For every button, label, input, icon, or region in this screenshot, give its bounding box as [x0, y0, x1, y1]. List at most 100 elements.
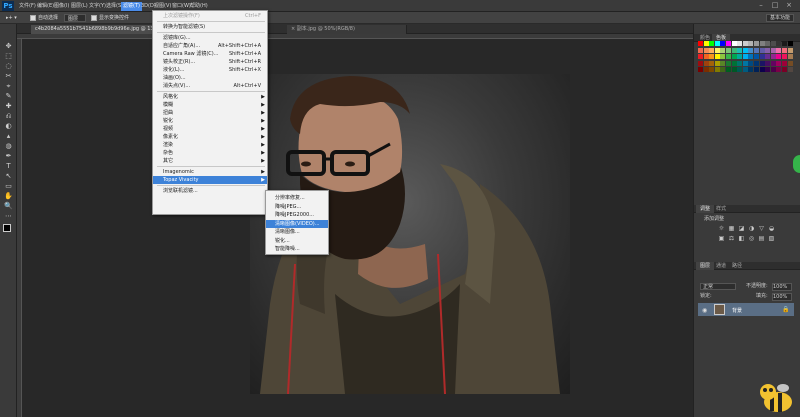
- color-swatch[interactable]: [748, 47, 754, 53]
- topaz-submenu-item[interactable]: 降噪JPEG...: [266, 203, 328, 211]
- adjustment-icon[interactable]: ▤: [758, 236, 765, 242]
- gradient-tool-icon[interactable]: ◐: [3, 122, 14, 131]
- color-swatch[interactable]: [770, 47, 776, 53]
- filter-menu-item[interactable]: Imagenomic ▶: [153, 168, 267, 176]
- floating-green-button[interactable]: [793, 155, 800, 173]
- filter-menu-item[interactable]: 渲染 ▶: [153, 141, 267, 149]
- color-swatch[interactable]: [709, 67, 715, 72]
- color-swatch[interactable]: [748, 60, 754, 66]
- more-tool-icon[interactable]: ⋯: [3, 212, 14, 221]
- filter-menu-item[interactable]: 像素化 ▶: [153, 133, 267, 141]
- color-swatch[interactable]: [737, 67, 743, 72]
- color-swatch[interactable]: [776, 67, 782, 72]
- color-swatch[interactable]: [726, 54, 731, 59]
- color-swatch[interactable]: [731, 60, 737, 66]
- pen-tool-icon[interactable]: ✒: [3, 152, 14, 161]
- color-swatch[interactable]: [726, 41, 731, 46]
- color-swatch[interactable]: [776, 60, 782, 66]
- adjustment-icon[interactable]: ◧: [738, 236, 745, 242]
- topaz-submenu-item[interactable]: 分辨率修复...: [266, 194, 328, 202]
- color-swatch[interactable]: [731, 47, 737, 53]
- color-swatch[interactable]: [754, 67, 759, 72]
- color-swatch[interactable]: [787, 41, 793, 46]
- color-swatch[interactable]: [759, 60, 765, 66]
- color-swatch[interactable]: [714, 60, 720, 66]
- topaz-submenu-item[interactable]: 清晰图像...: [266, 228, 328, 236]
- color-swatch[interactable]: [703, 41, 709, 46]
- lasso-tool-icon[interactable]: ◌: [3, 62, 14, 71]
- color-swatch[interactable]: [742, 60, 748, 66]
- color-swatch[interactable]: [709, 47, 715, 53]
- color-swatch[interactable]: [698, 67, 703, 72]
- filter-menu-item[interactable]: 扭曲 ▶: [153, 109, 267, 117]
- color-swatch[interactable]: [754, 60, 759, 66]
- blur-tool-icon[interactable]: ◍: [3, 142, 14, 151]
- color-swatch[interactable]: [748, 54, 754, 59]
- move-tool-icon[interactable]: ✥: [3, 42, 14, 51]
- color-swatch[interactable]: [754, 47, 759, 53]
- color-swatch[interactable]: [782, 67, 787, 72]
- color-swatch[interactable]: [731, 54, 737, 59]
- adjustment-icon[interactable]: ⚖: [728, 236, 735, 242]
- color-swatch[interactable]: [703, 60, 709, 66]
- fill-input[interactable]: 100%: [772, 293, 792, 301]
- adjustment-icon[interactable]: ◎: [748, 236, 755, 242]
- document-tab[interactable]: × 副本.jpg @ 50%(RGB/8): [287, 25, 407, 34]
- path-select-tool-icon[interactable]: ↖: [3, 172, 14, 181]
- color-swatch[interactable]: [787, 60, 793, 66]
- topaz-submenu-item[interactable]: 智能降噪...: [266, 245, 328, 253]
- filter-menu-item[interactable]: 自适应广角(A)... Alt+Shift+Ctrl+A: [153, 42, 267, 50]
- zoom-tool-icon[interactable]: 🔍: [3, 202, 14, 211]
- filter-menu-item[interactable]: 杂色 ▶: [153, 149, 267, 157]
- color-swatch[interactable]: [714, 47, 720, 53]
- filter-menu-item[interactable]: 油画(O)...: [153, 74, 267, 82]
- color-swatch[interactable]: [770, 41, 776, 46]
- color-swatch[interactable]: [754, 54, 759, 59]
- adjustment-icon[interactable]: ◪: [738, 226, 745, 232]
- color-swatch[interactable]: [742, 41, 748, 46]
- filter-menu-item[interactable]: 镜头校正(R)... Shift+Ctrl+R: [153, 58, 267, 66]
- color-swatch[interactable]: [703, 67, 709, 72]
- color-swatch[interactable]: [782, 60, 787, 66]
- color-swatch[interactable]: [770, 67, 776, 72]
- color-swatch[interactable]: [754, 41, 759, 46]
- move-tool-icon[interactable]: ▸+ ▾: [6, 14, 17, 22]
- color-swatch[interactable]: [737, 60, 743, 66]
- filter-menu-item[interactable]: Camera Raw 滤镜(C)... Shift+Ctrl+A: [153, 50, 267, 58]
- foreground-color-swatch[interactable]: [3, 224, 11, 232]
- color-swatch[interactable]: [709, 54, 715, 59]
- color-swatch[interactable]: [759, 67, 765, 72]
- color-swatch[interactable]: [714, 54, 720, 59]
- color-swatch[interactable]: [720, 54, 726, 59]
- type-tool-icon[interactable]: T: [3, 162, 14, 171]
- workspace-select[interactable]: 基本功能: [765, 14, 794, 22]
- color-swatch[interactable]: [726, 67, 731, 72]
- topaz-submenu-item[interactable]: 降噪JPEG2000...: [266, 211, 328, 219]
- filter-menu-item[interactable]: 消失点(V)... Alt+Ctrl+V: [153, 82, 267, 90]
- auto-select-checkbox[interactable]: [30, 15, 36, 21]
- color-swatch[interactable]: [709, 60, 715, 66]
- filter-menu-item[interactable]: 滤镜库(G)...: [153, 34, 267, 42]
- color-swatch[interactable]: [720, 60, 726, 66]
- history-tool-icon[interactable]: ⎌: [3, 112, 14, 121]
- color-swatch[interactable]: [726, 47, 731, 53]
- maximize-icon[interactable]: □: [768, 1, 782, 9]
- filter-menu-item[interactable]: Topaz Vivacity ▶: [153, 176, 267, 184]
- adjustment-icon[interactable]: ◑: [748, 226, 755, 232]
- color-swatch[interactable]: [737, 47, 743, 53]
- tab-paths[interactable]: 路径: [728, 262, 746, 270]
- filter-menu-item[interactable]: 模糊 ▶: [153, 101, 267, 109]
- color-swatch[interactable]: [742, 67, 748, 72]
- color-swatch[interactable]: [782, 47, 787, 53]
- color-swatch[interactable]: [765, 41, 771, 46]
- visibility-eye-icon[interactable]: ◉: [702, 307, 707, 314]
- color-swatch[interactable]: [765, 60, 771, 66]
- color-swatch[interactable]: [770, 60, 776, 66]
- filter-menu-item[interactable]: 上次滤镜操作(F) Ctrl+F: [153, 12, 267, 20]
- color-swatch[interactable]: [703, 47, 709, 53]
- filter-menu-item[interactable]: 浏览联机滤镜...: [153, 187, 267, 195]
- color-swatch[interactable]: [714, 67, 720, 72]
- color-swatch[interactable]: [737, 54, 743, 59]
- color-swatch[interactable]: [742, 47, 748, 53]
- color-swatch[interactable]: [720, 41, 726, 46]
